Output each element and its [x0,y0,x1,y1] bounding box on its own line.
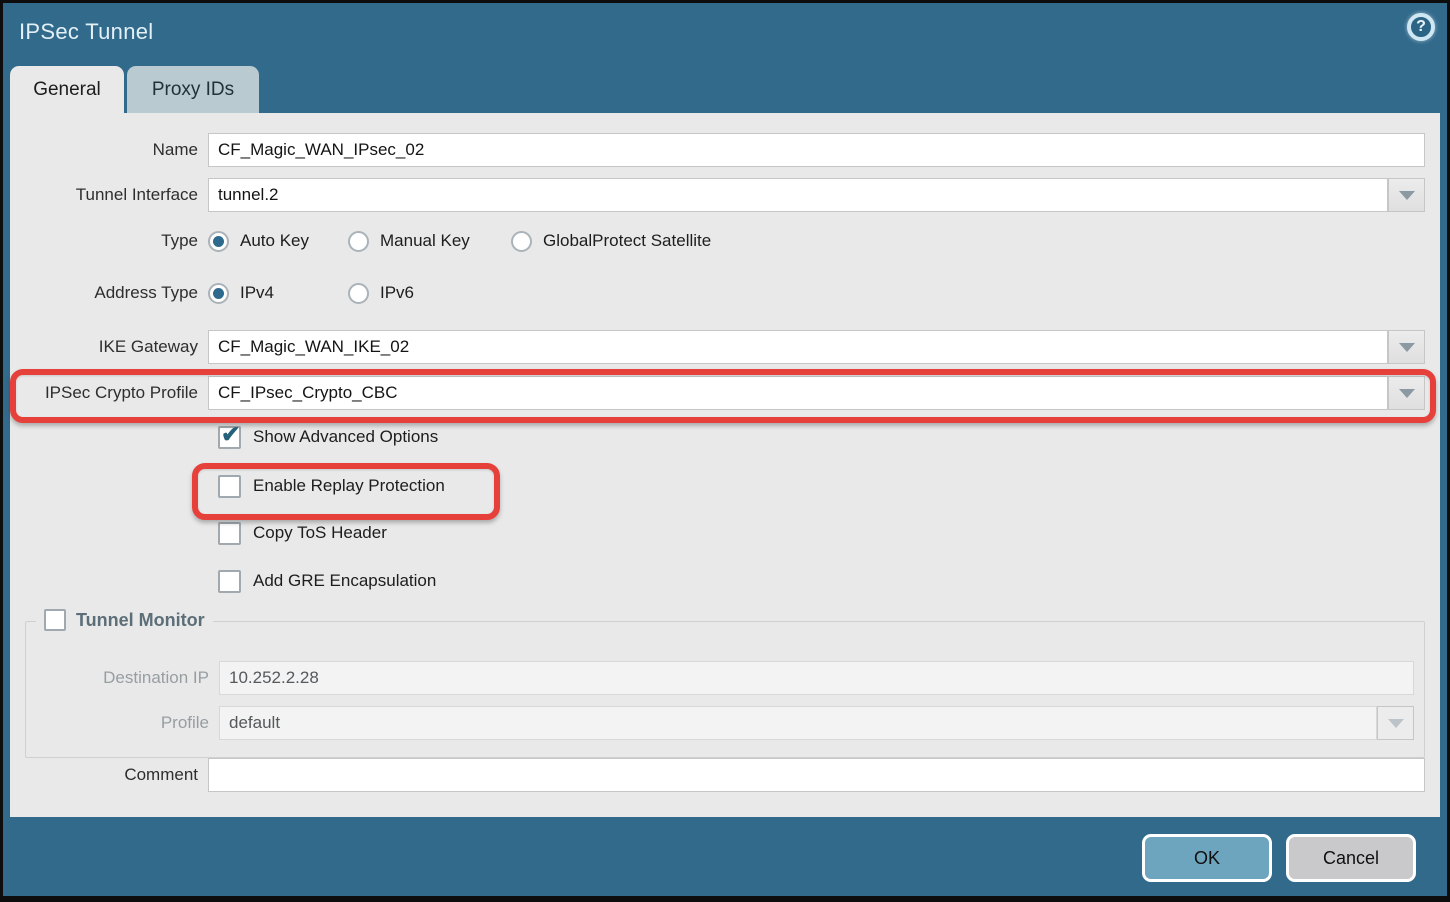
tab-general[interactable]: General [10,66,124,113]
ike-gateway-dropdown-button[interactable] [1388,330,1425,364]
radio-ipv4[interactable]: IPv4 [208,283,348,304]
radio-unselected-icon [348,283,369,304]
radio-selected-icon [208,283,229,304]
address-type-row: Address Type IPv4 IPv6 [10,280,1425,306]
profile-row: Profile [26,706,1414,740]
tab-bar: General Proxy IDs [10,66,1447,113]
dialog-footer: OK Cancel [3,817,1447,899]
radio-manual-key[interactable]: Manual Key [348,231,511,252]
tunnel-interface-row: Tunnel Interface [10,178,1425,212]
checkbox-unchecked-icon [218,522,241,545]
chevron-down-icon [1399,389,1415,398]
comment-row: Comment [10,758,1425,792]
radio-auto-key[interactable]: Auto Key [208,231,348,252]
radio-ipv6[interactable]: IPv6 [348,283,414,304]
ipsec-tunnel-dialog: IPSec Tunnel ? General Proxy IDs Name Tu… [0,0,1450,902]
name-label: Name [10,140,208,160]
checkbox-unchecked-icon [218,475,241,498]
ike-gateway-label: IKE Gateway [10,337,208,357]
tunnel-monitor-group: Tunnel Monitor Destination IP Profile [25,621,1425,758]
radio-globalprotect-satellite[interactable]: GlobalProtect Satellite [511,231,711,252]
destination-ip-row: Destination IP [26,661,1414,695]
radio-globalprotect-satellite-label: GlobalProtect Satellite [543,231,711,251]
checkbox-checked-icon [218,426,241,449]
cancel-button[interactable]: Cancel [1286,834,1416,882]
general-tab-panel: Name Tunnel Interface Type Auto Key [10,113,1440,817]
profile-input [219,706,1377,740]
chevron-down-icon [1399,191,1415,200]
address-type-label: Address Type [10,283,208,303]
radio-unselected-icon [348,231,369,252]
enable-replay-protection-label: Enable Replay Protection [253,476,445,496]
checkbox-unchecked-icon [44,609,66,631]
radio-unselected-icon [511,231,532,252]
radio-ipv4-label: IPv4 [240,283,274,303]
enable-replay-protection-checkbox[interactable]: Enable Replay Protection [218,474,445,498]
ipsec-crypto-profile-dropdown-button[interactable] [1388,376,1425,410]
copy-tos-header-checkbox[interactable]: Copy ToS Header [218,521,387,545]
name-input[interactable] [208,133,1425,167]
show-advanced-options-label: Show Advanced Options [253,427,438,447]
destination-ip-label: Destination IP [26,668,219,688]
profile-label: Profile [26,713,219,733]
tunnel-monitor-label: Tunnel Monitor [76,610,205,631]
comment-input[interactable] [208,758,1425,792]
copy-tos-header-label: Copy ToS Header [253,523,387,543]
type-row: Type Auto Key Manual Key GlobalProtect S… [10,228,1425,254]
destination-ip-input [219,661,1414,695]
ok-button[interactable]: OK [1142,834,1272,882]
ipsec-crypto-profile-label: IPSec Crypto Profile [10,383,208,403]
chevron-down-icon [1388,719,1404,728]
tunnel-monitor-checkbox[interactable]: Tunnel Monitor [36,609,213,631]
ike-gateway-row: IKE Gateway [10,330,1425,364]
radio-manual-key-label: Manual Key [380,231,470,251]
comment-label: Comment [10,765,208,785]
type-label: Type [10,231,208,251]
dialog-title: IPSec Tunnel [19,19,153,45]
help-icon[interactable]: ? [1407,13,1435,41]
tab-proxy-ids[interactable]: Proxy IDs [127,66,259,113]
show-advanced-options-checkbox[interactable]: Show Advanced Options [218,425,438,449]
dialog-titlebar: IPSec Tunnel ? [3,3,1447,66]
chevron-down-icon [1399,343,1415,352]
radio-ipv6-label: IPv6 [380,283,414,303]
radio-auto-key-label: Auto Key [240,231,309,251]
ipsec-crypto-profile-row: IPSec Crypto Profile [10,376,1425,410]
add-gre-encapsulation-label: Add GRE Encapsulation [253,571,436,591]
tunnel-interface-label: Tunnel Interface [10,185,208,205]
tunnel-interface-dropdown-button[interactable] [1388,178,1425,212]
checkbox-unchecked-icon [218,570,241,593]
profile-dropdown-button [1377,706,1414,740]
radio-selected-icon [208,231,229,252]
name-row: Name [10,133,1425,167]
ipsec-crypto-profile-input[interactable] [208,376,1388,410]
tunnel-interface-input[interactable] [208,178,1388,212]
add-gre-encapsulation-checkbox[interactable]: Add GRE Encapsulation [218,569,436,593]
ike-gateway-input[interactable] [208,330,1388,364]
